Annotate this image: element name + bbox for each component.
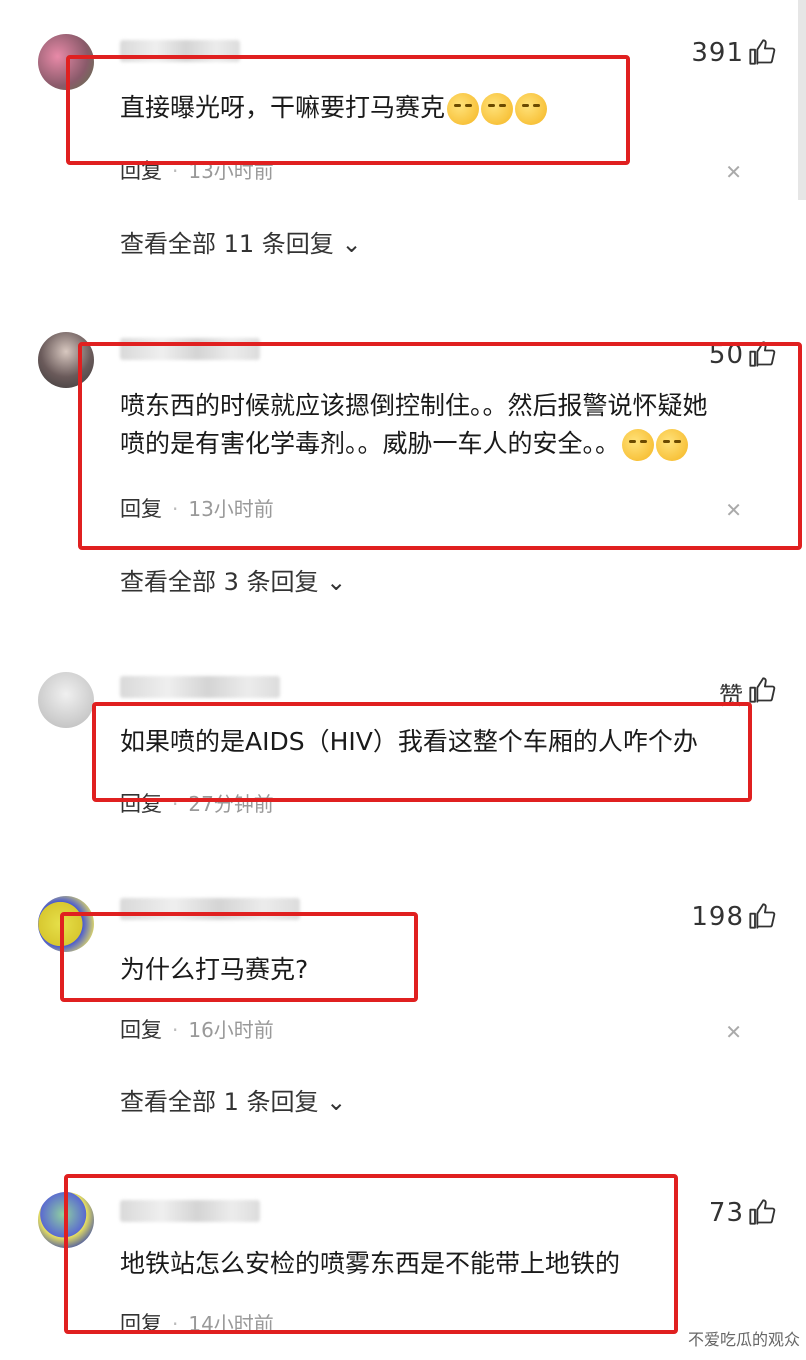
thumbs-up-icon[interactable]	[748, 1198, 776, 1226]
highlight-box	[64, 1174, 678, 1334]
highlight-box	[66, 55, 630, 165]
like-count: 391	[691, 38, 744, 68]
comment-meta: 回复 · 16小时前	[120, 1018, 274, 1042]
chevron-down-icon: ⌄	[326, 568, 347, 596]
chevron-down-icon: ⌄	[341, 230, 362, 258]
highlight-box	[92, 702, 752, 802]
watermark: 不爱吃瓜的观众	[687, 1330, 800, 1349]
like-count: 73	[708, 1198, 744, 1228]
view-all-label: 查看全部 3 条回复	[120, 568, 319, 596]
view-all-label: 查看全部 1 条回复	[120, 1088, 319, 1116]
thumbs-up-icon[interactable]	[748, 902, 776, 930]
view-all-replies[interactable]: 查看全部 3 条回复 ⌄	[120, 562, 346, 597]
thumbs-up-icon[interactable]	[748, 676, 776, 704]
like-count: 198	[691, 902, 744, 932]
close-icon[interactable]: ✕	[725, 160, 742, 184]
scrollbar[interactable]	[798, 0, 806, 200]
timestamp: 16小时前	[188, 1018, 274, 1042]
highlight-box	[60, 912, 418, 1002]
reply-button[interactable]: 回复	[120, 1018, 162, 1042]
thumbs-up-icon[interactable]	[748, 38, 776, 66]
highlight-box	[78, 342, 802, 550]
view-all-label: 查看全部 11 条回复	[120, 230, 334, 258]
chevron-down-icon: ⌄	[326, 1088, 347, 1116]
username[interactable]	[120, 676, 280, 698]
view-all-replies[interactable]: 查看全部 1 条回复 ⌄	[120, 1082, 346, 1117]
avatar[interactable]	[38, 672, 94, 728]
view-all-replies[interactable]: 查看全部 11 条回复 ⌄	[120, 224, 362, 259]
close-icon[interactable]: ✕	[725, 1020, 742, 1044]
